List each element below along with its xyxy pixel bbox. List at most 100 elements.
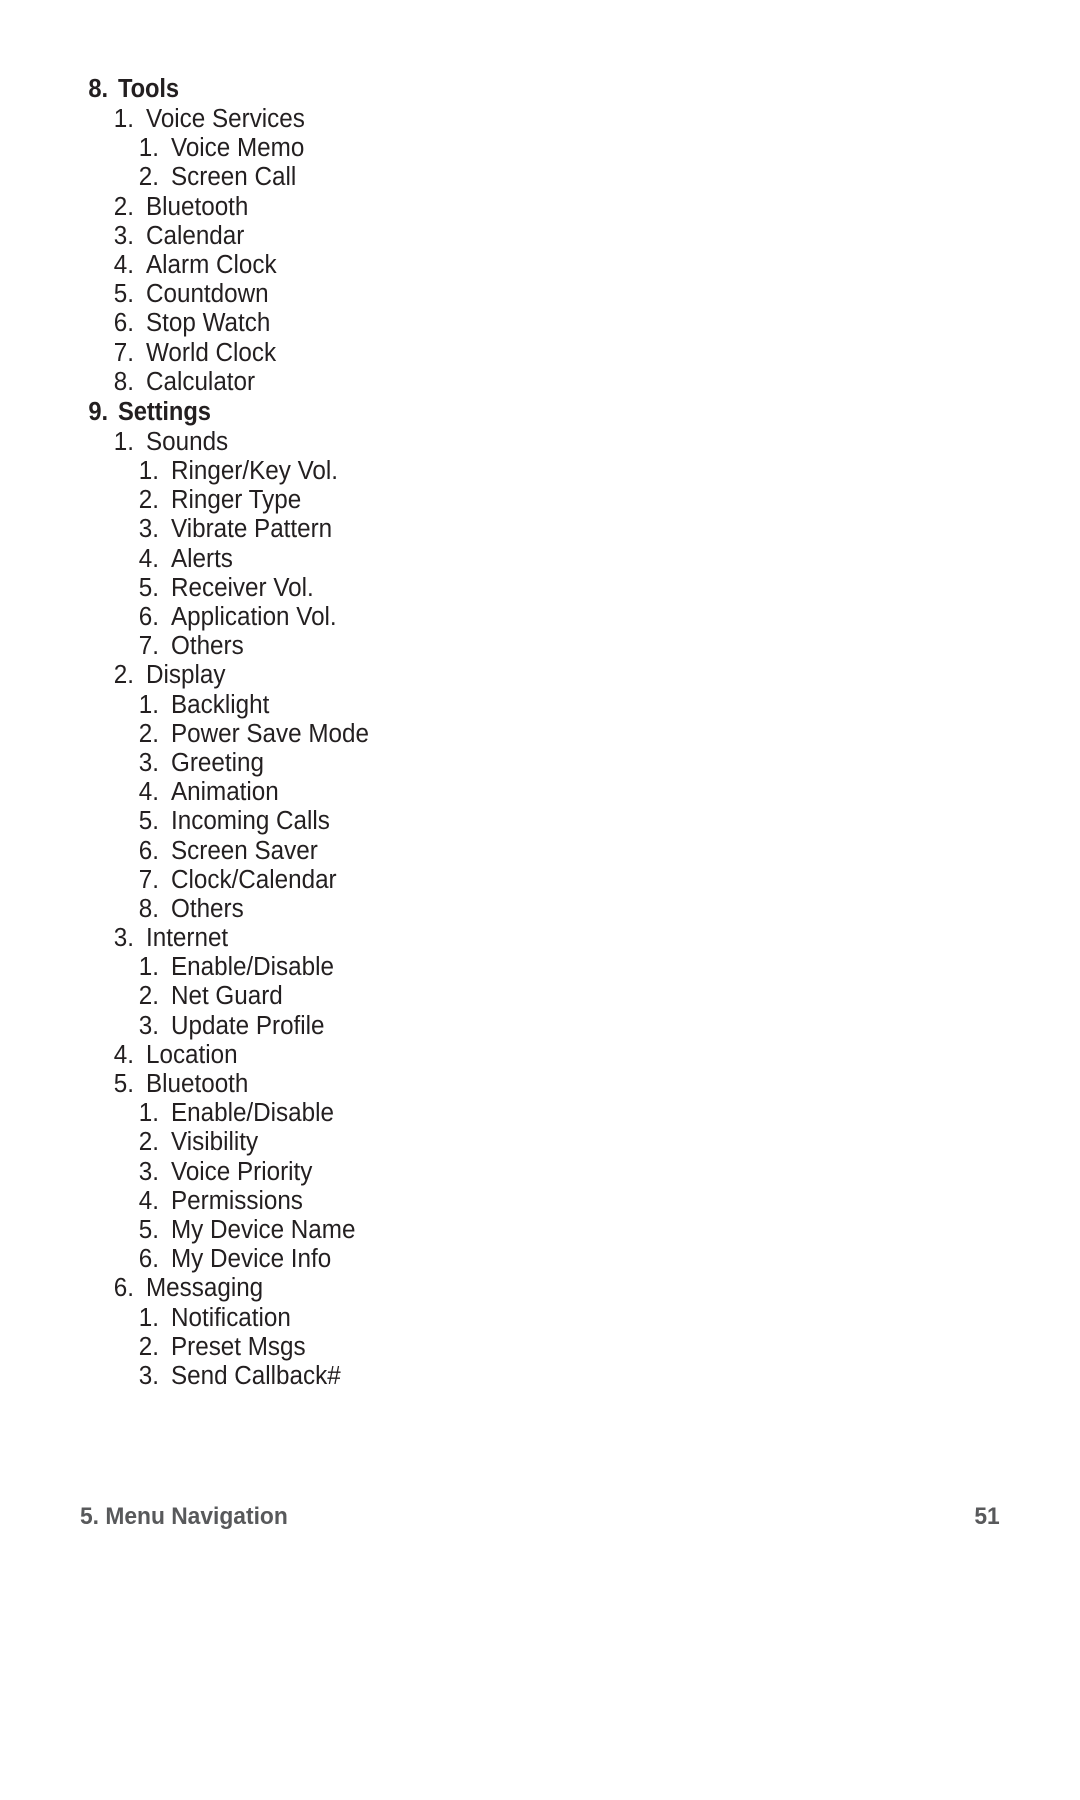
- outline-item: 1. Notification: [0, 1304, 1080, 1333]
- outline-item-number: 3.: [113, 221, 134, 250]
- outline-item: 1. Ringer/Key Vol.: [0, 457, 1080, 486]
- outline-item: 2. Display: [0, 661, 1080, 690]
- outline-item: 2. Power Save Mode: [0, 720, 1080, 749]
- outline-item-number: 5.: [138, 1215, 159, 1244]
- outline-item-label: Animation: [171, 778, 279, 807]
- outline-item-label: My Device Name: [171, 1215, 356, 1244]
- outline-item-label: Others: [171, 632, 244, 661]
- outline-item-label: Calculator: [146, 367, 256, 396]
- footer-chapter-title: 5. Menu Navigation: [80, 1503, 288, 1530]
- outline-item-number: 2.: [138, 486, 159, 515]
- outline-item-number: 2.: [138, 1128, 159, 1157]
- outline-item-number: 1.: [138, 134, 159, 163]
- outline-item: 1. Enable/Disable: [0, 1099, 1080, 1128]
- outline-item-label: Clock/Calendar: [171, 865, 337, 894]
- outline-item-number: 1.: [113, 427, 134, 456]
- outline-item-number: 3.: [138, 748, 159, 777]
- outline-item-number: 6.: [113, 309, 134, 338]
- outline-item-number: 3.: [138, 1011, 159, 1040]
- outline-item: 2. Net Guard: [0, 982, 1080, 1011]
- outline-item: 4. Permissions: [0, 1187, 1080, 1216]
- outline-item: 7. Others: [0, 632, 1080, 661]
- outline-item: 4. Alerts: [0, 545, 1080, 574]
- outline-item-label: Screen Call: [171, 163, 297, 192]
- outline-item-label: Receiver Vol.: [171, 573, 314, 602]
- outline-item-label: Enable/Disable: [171, 1099, 334, 1128]
- outline-item: 7. Clock/Calendar: [0, 866, 1080, 895]
- outline-item-number: 1.: [138, 1099, 159, 1128]
- outline-item-label: Enable/Disable: [171, 953, 334, 982]
- outline-heading: 8. Tools: [0, 74, 1080, 105]
- outline-item-label: Voice Services: [146, 105, 305, 133]
- outline-item: 2. Preset Msgs: [0, 1333, 1080, 1362]
- manual-page: 8. Tools 1. Voice Services 1. Voice Memo 2. Scr…: [0, 0, 1080, 1800]
- outline-item-number: 3.: [138, 1157, 159, 1186]
- outline-item-label: Alarm Clock: [146, 250, 277, 279]
- outline-item-label: Notification: [171, 1303, 291, 1332]
- outline-item-number: 5.: [113, 280, 134, 309]
- outline-item-label: Incoming Calls: [171, 807, 330, 836]
- page-footer: 5. Menu Navigation 51: [80, 1503, 1000, 1537]
- outline-item-label: World Clock: [146, 338, 277, 367]
- outline-item-label: Update Profile: [171, 1011, 325, 1040]
- outline-item-label: Greeting: [171, 748, 264, 777]
- outline-item-label: Vibrate Pattern: [171, 515, 333, 544]
- outline-item-label: Messaging: [146, 1274, 264, 1303]
- outline-item-number: 6.: [138, 836, 159, 865]
- outline-item: 5. Receiver Vol.: [0, 574, 1080, 603]
- outline-item: 5. My Device Name: [0, 1216, 1080, 1245]
- outline-item-number: 7.: [138, 632, 159, 661]
- outline-item: 1. Voice Memo: [0, 134, 1080, 163]
- outline-item: 5. Bluetooth: [0, 1070, 1080, 1099]
- outline-item-label: Alerts: [171, 544, 233, 573]
- outline-item-number: 1.: [138, 953, 159, 982]
- outline-item-label: Visibility: [171, 1128, 259, 1157]
- outline-item-number: 2.: [138, 719, 159, 748]
- outline-item-number: 5.: [138, 807, 159, 836]
- outline-item-label: Power Save Mode: [171, 719, 369, 748]
- outline-item-label: Bluetooth: [146, 192, 249, 221]
- outline-item: 3. Send Callback#: [0, 1362, 1080, 1391]
- outline-item-label: Preset Msgs: [171, 1332, 306, 1361]
- outline-item-label: Countdown: [146, 280, 269, 309]
- outline-item: 6. Application Vol.: [0, 603, 1080, 632]
- menu-outline-list: 8. Tools 1. Voice Services 1. Voice Memo 2. Scr…: [0, 74, 1080, 1391]
- footer-page-number: 51: [974, 1503, 1000, 1530]
- outline-item: 2. Visibility: [0, 1128, 1080, 1157]
- outline-item: 8. Calculator: [0, 368, 1080, 397]
- outline-item: 6. Screen Saver: [0, 837, 1080, 866]
- outline-item: 2. Ringer Type: [0, 486, 1080, 515]
- outline-item-number: 2.: [113, 661, 134, 690]
- outline-item-label: Stop Watch: [146, 309, 271, 338]
- outline-item: 7. World Clock: [0, 339, 1080, 368]
- outline-item-label: Ringer/Key Vol.: [171, 457, 338, 486]
- outline-item: 4. Animation: [0, 778, 1080, 807]
- outline-item: 6. My Device Info: [0, 1245, 1080, 1274]
- outline-item-number: 4.: [138, 544, 159, 573]
- outline-item-number: 6.: [138, 1245, 159, 1274]
- outline-item-number: 2.: [138, 163, 159, 192]
- outline-item-number: 4.: [138, 1186, 159, 1215]
- outline-item-label: Internet: [146, 924, 229, 953]
- outline-heading: 9. Settings: [0, 397, 1080, 428]
- outline-item-number: 6.: [138, 603, 159, 631]
- outline-item-number: 1.: [138, 457, 159, 486]
- outline-item-number: 1.: [138, 690, 159, 719]
- outline-item-label: Net Guard: [171, 982, 283, 1011]
- outline-item: 4. Location: [0, 1041, 1080, 1070]
- outline-item: 1. Sounds: [0, 428, 1080, 457]
- outline-item-number: 1.: [138, 1303, 159, 1332]
- outline-item-number: 3.: [113, 924, 134, 953]
- outline-item-number: 4.: [113, 1040, 134, 1069]
- outline-item: 8. Others: [0, 895, 1080, 924]
- outline-item-label: Location: [146, 1040, 238, 1069]
- outline-item-number: 8.: [88, 75, 108, 103]
- outline-item-label: Voice Priority: [171, 1157, 313, 1186]
- outline-item-number: 5.: [138, 573, 159, 602]
- outline-item-number: 8.: [138, 894, 159, 923]
- outline-item-number: 6.: [113, 1274, 134, 1303]
- outline-item-number: 9.: [88, 397, 108, 426]
- outline-item-number: 2.: [138, 1332, 159, 1361]
- outline-item: 3. Voice Priority: [0, 1158, 1080, 1187]
- outline-item: 3. Calendar: [0, 222, 1080, 251]
